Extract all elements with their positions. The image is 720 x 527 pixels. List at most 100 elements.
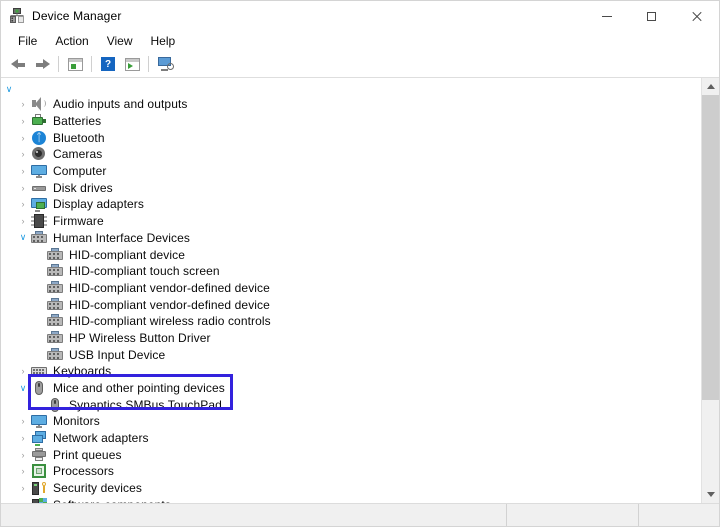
tree-item-audio-inputs-and-outputs[interactable]: › Audio inputs and outputs <box>1 96 701 113</box>
device-manager-window: Device Manager File Action View Help ? ∨… <box>0 0 720 527</box>
tree-item-display-adapters[interactable]: › Display adapters <box>1 196 701 213</box>
tree-item-human-interface-devices[interactable]: ∨ Human Interface Devices <box>1 230 701 247</box>
software-component-icon <box>31 497 47 503</box>
tree-item-label: Bluetooth <box>53 130 105 145</box>
chevron-right-icon[interactable]: › <box>15 413 31 429</box>
tree-item-hid-compliant-vendor-defined-device-2[interactable]: HID-compliant vendor-defined device <box>1 296 701 313</box>
tree-item-label: Monitors <box>53 414 100 429</box>
device-manager-icon <box>9 8 25 24</box>
tree-item-hid-compliant-wireless-radio-controls[interactable]: HID-compliant wireless radio controls <box>1 313 701 330</box>
chevron-down-icon <box>706 492 715 497</box>
scroll-down-button[interactable] <box>702 486 719 503</box>
tree-item-processors[interactable]: › Processors <box>1 463 701 480</box>
tree-item-synaptics-smbus-touchpad[interactable]: Synaptics SMBus TouchPad <box>1 396 701 413</box>
tree-item-label: Synaptics SMBus TouchPad <box>69 397 222 412</box>
tree-root-toggle[interactable]: ∨ <box>1 82 701 96</box>
device-tree[interactable]: ∨ › Audio inputs and outputs › Batteries <box>1 78 701 503</box>
close-button[interactable] <box>674 1 719 31</box>
update-driver-button[interactable] <box>120 53 144 75</box>
tree-item-network-adapters[interactable]: › Network adapters <box>1 430 701 447</box>
tree-item-hp-wireless-button-driver[interactable]: HP Wireless Button Driver <box>1 330 701 347</box>
chevron-right-icon[interactable]: › <box>15 480 31 496</box>
tree-item-hid-compliant-vendor-defined-device-1[interactable]: HID-compliant vendor-defined device <box>1 280 701 297</box>
chevron-right-icon[interactable]: › <box>15 497 31 503</box>
chevron-right-icon[interactable]: › <box>15 96 31 112</box>
tree-item-label: Mice and other pointing devices <box>53 381 225 396</box>
chevron-right-icon[interactable]: › <box>15 146 31 162</box>
chevron-right-icon[interactable]: › <box>15 113 31 129</box>
chevron-right-icon[interactable]: › <box>15 180 31 196</box>
hid-icon <box>47 347 63 363</box>
camera-icon <box>31 146 47 162</box>
scan-monitor-icon <box>157 57 174 71</box>
tree-item-mice-and-other-pointing-devices[interactable]: ∨ Mice and other pointing devices <box>1 380 701 397</box>
minimize-button[interactable] <box>584 1 629 31</box>
update-driver-icon <box>124 57 140 71</box>
tree-item-batteries[interactable]: › Batteries <box>1 113 701 130</box>
tree-item-security-devices[interactable]: › Security devices <box>1 480 701 497</box>
properties-button[interactable] <box>63 53 87 75</box>
chevron-right-icon[interactable]: › <box>15 363 31 379</box>
maximize-icon <box>647 11 656 21</box>
menu-file[interactable]: File <box>9 33 46 50</box>
hid-icon <box>31 230 47 246</box>
title-bar: Device Manager <box>1 1 719 31</box>
tree-item-label: USB Input Device <box>69 347 166 362</box>
display-adapter-icon <box>31 196 47 213</box>
help-button[interactable]: ? <box>96 53 120 75</box>
vertical-scrollbar[interactable] <box>701 78 719 503</box>
chevron-down-icon[interactable]: ∨ <box>15 380 31 396</box>
chevron-down-icon[interactable]: ∨ <box>15 230 31 246</box>
help-question-icon: ? <box>101 57 115 71</box>
maximize-button[interactable] <box>629 1 674 31</box>
tree-item-label: HID-compliant wireless radio controls <box>69 314 271 329</box>
chevron-right-icon[interactable]: › <box>15 447 31 463</box>
toolbar-separator-3 <box>148 56 149 72</box>
tree-item-label: Print queues <box>53 447 122 462</box>
chevron-right-icon[interactable]: › <box>15 463 31 479</box>
tree-item-monitors[interactable]: › Monitors <box>1 413 701 430</box>
scan-hardware-changes-button[interactable] <box>153 53 177 75</box>
tree-item-disk-drives[interactable]: › Disk drives <box>1 179 701 196</box>
tree-item-keyboards[interactable]: › Keyboards <box>1 363 701 380</box>
tree-item-firmware[interactable]: › Firmware <box>1 213 701 230</box>
scroll-up-button[interactable] <box>702 78 719 95</box>
tree-item-label: Batteries <box>53 114 102 129</box>
chevron-right-icon[interactable]: › <box>15 430 31 446</box>
scrollbar-track[interactable] <box>702 95 719 486</box>
hid-icon <box>47 330 63 346</box>
tree-item-label: Security devices <box>53 481 142 496</box>
chevron-right-icon[interactable]: › <box>15 163 31 179</box>
status-segment-main <box>1 504 507 526</box>
menu-help[interactable]: Help <box>142 33 185 50</box>
tree-item-hid-compliant-device[interactable]: HID-compliant device <box>1 246 701 263</box>
hid-icon <box>47 263 63 279</box>
back-button[interactable] <box>6 53 30 75</box>
tree-item-computer[interactable]: › Computer <box>1 163 701 180</box>
security-device-icon <box>31 480 47 496</box>
chevron-right-icon[interactable]: › <box>15 213 31 229</box>
tree-item-software-components[interactable]: › Software components <box>1 497 701 503</box>
forward-button[interactable] <box>30 53 54 75</box>
chevron-right-icon[interactable]: › <box>15 196 31 212</box>
battery-icon <box>31 113 47 129</box>
tree-item-cameras[interactable]: › Cameras <box>1 146 701 163</box>
tree-item-hid-compliant-touch-screen[interactable]: HID-compliant touch screen <box>1 263 701 280</box>
menu-action[interactable]: Action <box>46 33 97 50</box>
tree-item-label: HID-compliant vendor-defined device <box>69 280 270 295</box>
speaker-icon <box>31 96 47 112</box>
chevron-down-icon[interactable]: ∨ <box>1 81 17 97</box>
processor-icon <box>31 463 47 479</box>
bluetooth-icon: ᛏ <box>32 130 46 145</box>
hid-icon <box>47 313 63 329</box>
printer-icon <box>31 447 47 463</box>
menu-view[interactable]: View <box>98 33 142 50</box>
scrollbar-thumb[interactable] <box>702 95 719 400</box>
hid-icon <box>47 297 63 313</box>
tree-item-bluetooth[interactable]: › ᛏ Bluetooth <box>1 129 701 146</box>
status-segment-3 <box>639 504 719 526</box>
chevron-right-icon[interactable]: › <box>15 130 31 146</box>
tree-item-print-queues[interactable]: › Print queues <box>1 446 701 463</box>
tree-item-label: Network adapters <box>53 431 149 446</box>
tree-item-usb-input-device[interactable]: USB Input Device <box>1 346 701 363</box>
